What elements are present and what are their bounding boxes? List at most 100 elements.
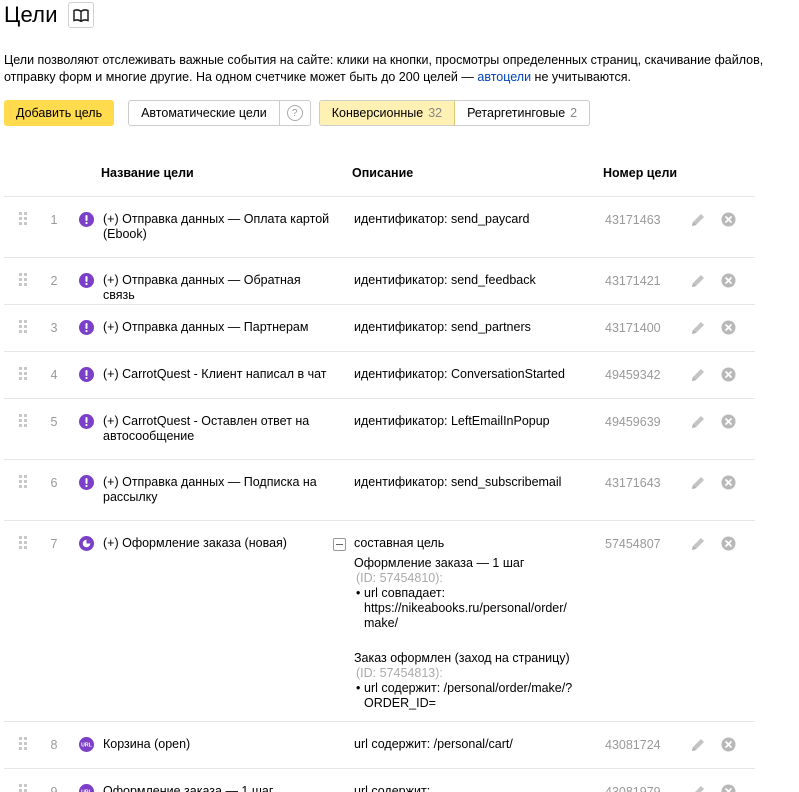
drag-handle-icon[interactable] <box>19 784 28 792</box>
bullet-icon: • <box>356 681 361 695</box>
step-title: Оформление заказа — 1 шаг <box>354 556 525 570</box>
table-row[interactable]: 4 (+) CarrotQuest - Клиент написал в чат и… <box>4 352 755 399</box>
alert-icon <box>79 212 94 227</box>
edit-pencil-icon[interactable] <box>690 320 706 336</box>
edit-pencil-icon[interactable] <box>690 536 706 552</box>
drag-handle-icon[interactable] <box>19 273 28 287</box>
table-row[interactable]: 6 (+) Отправка данных — Подписка на рассы… <box>4 460 755 521</box>
row-number: 1 <box>50 213 58 227</box>
svg-text:URL: URL <box>81 743 92 749</box>
table-row[interactable]: 5 (+) CarrotQuest - Оставлен ответ на авт… <box>4 399 755 460</box>
collapse-toggle-icon[interactable] <box>333 538 346 551</box>
row-number: 6 <box>50 476 58 490</box>
alert-icon <box>79 320 94 335</box>
table-row[interactable]: 8 URL Корзина (open) url содержит: /persona… <box>4 722 755 769</box>
question-icon: ? <box>286 105 303 121</box>
tab-retargeting-count: 2 <box>570 106 578 120</box>
row-number: 8 <box>50 738 58 752</box>
goal-name: (+) CarrotQuest - Оставлен ответ на авто… <box>103 414 310 443</box>
step-id: (ID: 57454810): <box>356 571 443 585</box>
alert-icon <box>79 367 94 382</box>
toolbar: Добавить цель Автоматические цели ? Конв… <box>4 100 591 126</box>
delete-icon[interactable] <box>721 784 736 792</box>
step-condition-cont: make/ <box>364 616 399 630</box>
step-title: Заказ оформлен (заход на страницу) <box>354 651 570 665</box>
auto-goals-button[interactable]: Автоматические цели <box>129 101 280 125</box>
drag-handle-icon[interactable] <box>19 536 28 550</box>
goal-type-switch: Конверсионные 32 Ретаргетинговые 2 <box>318 100 591 126</box>
goal-name: (+) Отправка данных — Подписка на рассыл… <box>103 475 317 504</box>
autogoals-link[interactable]: автоцели <box>477 70 531 84</box>
url-icon: URL <box>79 737 94 752</box>
goal-id: 57454807 <box>605 537 661 551</box>
delete-icon[interactable] <box>721 273 736 288</box>
goal-description: идентификатор: LeftEmailInPopup <box>354 414 550 428</box>
goal-id: 43081724 <box>605 738 661 752</box>
drag-handle-icon[interactable] <box>19 414 28 428</box>
goal-id: 43171463 <box>605 213 661 227</box>
step-condition-cont: ORDER_ID= <box>364 696 436 710</box>
drag-handle-icon[interactable] <box>19 737 28 751</box>
delete-icon[interactable] <box>721 414 736 429</box>
alert-icon <box>79 475 94 490</box>
edit-pencil-icon[interactable] <box>690 367 706 383</box>
edit-pencil-icon[interactable] <box>690 212 706 228</box>
alert-icon <box>79 273 94 288</box>
goal-name: Корзина (open) <box>103 737 191 751</box>
add-goal-button[interactable]: Добавить цель <box>4 100 115 126</box>
goal-id: 43171400 <box>605 321 661 335</box>
delete-icon[interactable] <box>721 212 736 227</box>
tab-conversion[interactable]: Конверсионные 32 <box>319 101 456 125</box>
drag-handle-icon[interactable] <box>19 212 28 226</box>
goal-name: (+) Оформление заказа (новая) <box>103 536 287 550</box>
composite-label: составная цель <box>354 536 445 550</box>
goal-description: url содержит: /personal/cart/ <box>354 737 513 751</box>
goal-description: url содержит: <box>354 784 431 792</box>
table-row[interactable]: 9 URL Оформление заказа — 1 шаг url содержи… <box>4 769 755 792</box>
column-header-description: Описание <box>352 166 414 180</box>
goal-name: (+) Отправка данных — Обратная связь <box>103 273 301 302</box>
edit-pencil-icon[interactable] <box>690 784 706 792</box>
drag-handle-icon[interactable] <box>19 320 28 334</box>
composite-icon <box>79 536 94 551</box>
step-id: (ID: 57454813): <box>356 666 443 680</box>
row-number: 3 <box>50 321 58 335</box>
edit-pencil-icon[interactable] <box>690 273 706 289</box>
delete-icon[interactable] <box>721 320 736 335</box>
goal-id: 43171643 <box>605 476 661 490</box>
tab-retargeting[interactable]: Ретаргетинговые 2 <box>455 101 589 125</box>
table-row[interactable]: 1 (+) Отправка данных — Оплата картой (Eb… <box>4 197 755 258</box>
auto-goals-help[interactable]: ? <box>280 101 310 125</box>
book-icon <box>72 8 89 22</box>
tab-conversion-label: Конверсионные <box>331 106 424 120</box>
bullet-icon: • <box>356 586 361 600</box>
delete-icon[interactable] <box>721 737 736 752</box>
table-row[interactable]: 3 (+) Отправка данных — Партнерам идентифи… <box>4 305 755 352</box>
row-number: 7 <box>50 537 58 551</box>
intro-tail: не учитываются. <box>531 70 631 84</box>
edit-pencil-icon[interactable] <box>690 414 706 430</box>
goal-id: 49459342 <box>605 368 661 382</box>
intro-paragraph: Цели позволяют отслеживать важные событи… <box>4 52 764 86</box>
page-title: Цели <box>4 2 58 27</box>
help-book-button[interactable] <box>67 2 94 28</box>
drag-handle-icon[interactable] <box>19 367 28 381</box>
table-row[interactable]: 7 (+) Оформление заказа (новая) составная … <box>4 521 755 722</box>
drag-handle-icon[interactable] <box>19 475 28 489</box>
title-row: Цели <box>4 2 94 28</box>
step-condition-cont: https://nikeabooks.ru/personal/order/ <box>364 601 567 615</box>
edit-pencil-icon[interactable] <box>690 737 706 753</box>
goal-description: идентификатор: ConversationStarted <box>354 367 565 381</box>
alert-icon <box>79 414 94 429</box>
goal-name: (+) Отправка данных — Партнерам <box>103 320 309 334</box>
delete-icon[interactable] <box>721 475 736 490</box>
delete-icon[interactable] <box>721 367 736 382</box>
table-row[interactable]: 2 (+) Отправка данных — Обратная связь иде… <box>4 258 755 305</box>
auto-goals-control: Автоматические цели ? <box>128 100 311 126</box>
delete-icon[interactable] <box>721 536 736 551</box>
row-number: 2 <box>50 274 58 288</box>
edit-pencil-icon[interactable] <box>690 475 706 491</box>
goal-description: идентификатор: send_feedback <box>354 273 536 287</box>
composite-step: Оформление заказа — 1 шаг (ID: 57454810):… <box>354 556 614 631</box>
url-icon: URL <box>79 784 94 792</box>
